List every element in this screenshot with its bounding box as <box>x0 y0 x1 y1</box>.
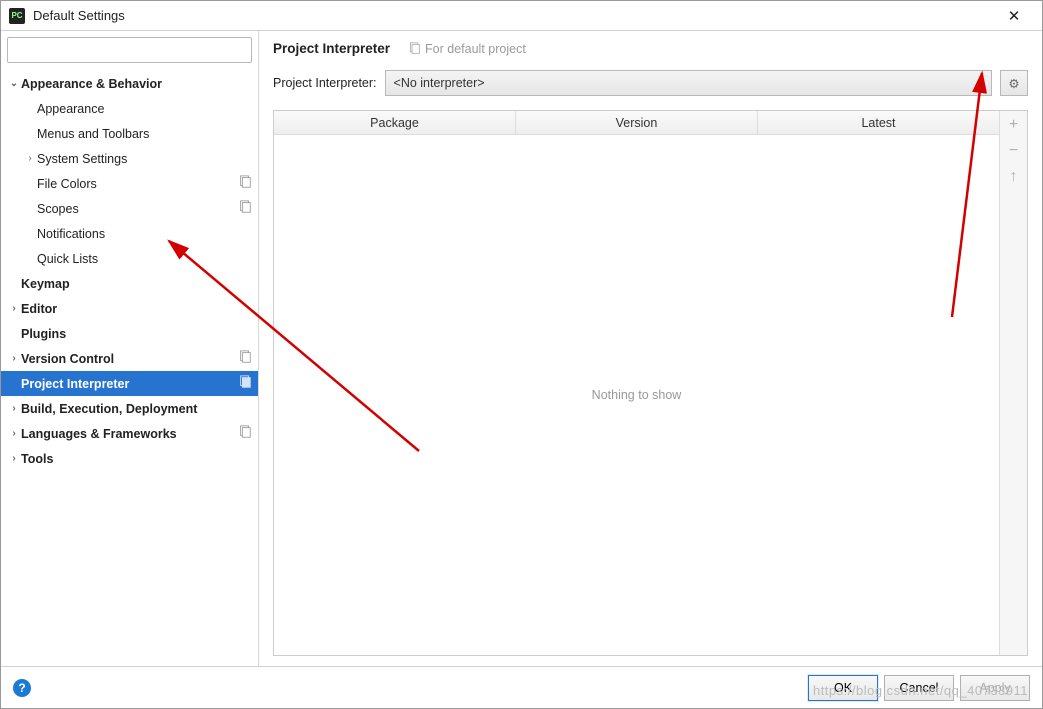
col-latest[interactable]: Latest <box>758 111 999 134</box>
tree-item-label: System Settings <box>37 152 252 166</box>
settings-main: Project Interpreter For default project … <box>259 31 1042 666</box>
arrow-up-icon: ↑ <box>1010 168 1018 186</box>
settings-sidebar: 🔍 ⌄Appearance & BehaviorAppearanceMenus … <box>1 31 259 666</box>
chevron-down-icon: ▾ <box>978 78 983 89</box>
plus-icon: + <box>1009 116 1018 134</box>
cancel-button[interactable]: Cancel <box>884 675 954 701</box>
tree-item-label: Version Control <box>21 352 238 366</box>
tree-item-label: Scopes <box>37 202 238 216</box>
tree-item-label: Project Interpreter <box>21 377 238 391</box>
copy-icon <box>238 175 252 192</box>
window-title: Default Settings <box>33 8 994 23</box>
chevron-right-icon: › <box>23 153 37 164</box>
col-package[interactable]: Package <box>274 111 516 134</box>
minus-icon: − <box>1009 142 1018 160</box>
tree-item-tools[interactable]: ›Tools <box>1 446 258 471</box>
chevron-right-icon: › <box>7 303 21 314</box>
tree-item-label: Plugins <box>21 327 252 341</box>
tree-item-label: Editor <box>21 302 252 316</box>
add-package-button[interactable]: + <box>1004 115 1024 135</box>
tree-item-quick-lists[interactable]: Quick Lists <box>1 246 258 271</box>
chevron-right-icon: › <box>7 403 21 414</box>
tree-item-label: Appearance & Behavior <box>21 77 252 91</box>
interpreter-settings-button[interactable]: ⚙ <box>1000 70 1028 96</box>
interpreter-label: Project Interpreter: <box>273 76 377 90</box>
close-icon[interactable]: ✕ <box>994 7 1034 25</box>
tree-item-file-colors[interactable]: File Colors <box>1 171 258 196</box>
tree-item-label: File Colors <box>37 177 238 191</box>
copy-icon <box>238 200 252 217</box>
app-icon: PC <box>9 8 25 24</box>
tree-item-label: Appearance <box>37 102 252 116</box>
tree-item-label: Keymap <box>21 277 252 291</box>
tree-item-languages-frameworks[interactable]: ›Languages & Frameworks <box>1 421 258 446</box>
tree-item-scopes[interactable]: Scopes <box>1 196 258 221</box>
page-title: Project Interpreter <box>273 41 390 56</box>
remove-package-button[interactable]: − <box>1004 141 1024 161</box>
settings-search-input[interactable] <box>7 37 252 63</box>
help-button[interactable]: ? <box>13 679 31 697</box>
tree-item-label: Menus and Toolbars <box>37 127 252 141</box>
tree-item-appearance[interactable]: Appearance <box>1 96 258 121</box>
tree-item-label: Tools <box>21 452 252 466</box>
packages-table: Package Version Latest Nothing to show <box>274 111 999 655</box>
copy-icon <box>238 375 252 392</box>
tree-item-label: Languages & Frameworks <box>21 427 238 441</box>
tree-item-notifications[interactable]: Notifications <box>1 221 258 246</box>
copy-icon <box>238 425 252 442</box>
chevron-right-icon: › <box>7 353 21 364</box>
tree-item-build-execution-deployment[interactable]: ›Build, Execution, Deployment <box>1 396 258 421</box>
copy-icon <box>238 350 252 367</box>
tree-item-menus-and-toolbars[interactable]: Menus and Toolbars <box>1 121 258 146</box>
tree-item-project-interpreter[interactable]: Project Interpreter <box>1 371 258 396</box>
col-version[interactable]: Version <box>516 111 758 134</box>
page-subtitle: For default project <box>408 42 526 56</box>
settings-tree: ⌄Appearance & Behavior Appearance Menus an… <box>1 69 258 666</box>
tree-item-label: Build, Execution, Deployment <box>21 402 252 416</box>
tree-item-label: Notifications <box>37 227 252 241</box>
empty-text: Nothing to show <box>592 388 682 402</box>
chevron-right-icon: › <box>7 428 21 439</box>
tree-item-version-control[interactable]: ›Version Control <box>1 346 258 371</box>
chevron-right-icon: › <box>7 453 21 464</box>
upgrade-package-button[interactable]: ↑ <box>1004 167 1024 187</box>
interpreter-dropdown[interactable]: <No interpreter> ▾ <box>385 70 992 96</box>
copy-icon <box>408 42 421 55</box>
tree-item-editor[interactable]: ›Editor <box>1 296 258 321</box>
ok-button[interactable]: OK <box>808 675 878 701</box>
tree-item-keymap[interactable]: Keymap <box>1 271 258 296</box>
chevron-down-icon: ⌄ <box>7 78 21 89</box>
tree-item-plugins[interactable]: Plugins <box>1 321 258 346</box>
gear-icon: ⚙ <box>1008 76 1019 91</box>
tree-item-label: Quick Lists <box>37 252 252 266</box>
tree-item-system-settings[interactable]: ›System Settings <box>1 146 258 171</box>
interpreter-value: <No interpreter> <box>394 76 978 90</box>
tree-item-appearance-behavior[interactable]: ⌄Appearance & Behavior <box>1 71 258 96</box>
apply-button[interactable]: Apply <box>960 675 1030 701</box>
